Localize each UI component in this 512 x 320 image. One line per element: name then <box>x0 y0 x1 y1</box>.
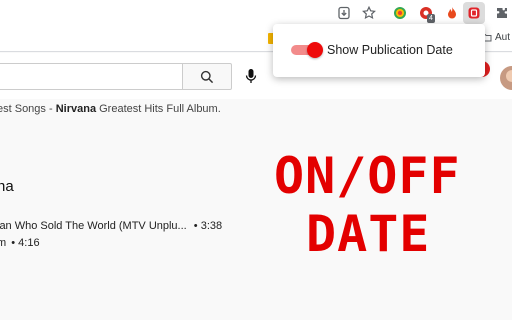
playlist-breadcrumb: est Songs - Nirvana Greatest Hits Full A… <box>0 103 221 115</box>
breadcrumb-suffix: Greatest Hits Full Album. <box>96 103 221 115</box>
microphone-icon <box>245 69 257 83</box>
extension-badge-icon[interactable]: 4 <box>418 5 435 23</box>
video-duration: 4:16 <box>18 237 40 249</box>
publication-date-toggle[interactable] <box>291 42 323 58</box>
breadcrumb-artist[interactable]: Nirvana <box>56 103 96 115</box>
promo-onoff-text: ON/OFF <box>274 147 461 205</box>
video-list-item[interactable]: m • 4:16 <box>0 237 40 249</box>
bookmark-folder-label: Aut <box>495 32 511 43</box>
search-button[interactable] <box>182 63 232 90</box>
toggle-label: Show Publication Date <box>327 43 453 57</box>
extension-date-toggle-icon[interactable] <box>463 2 485 24</box>
video-separator: • <box>11 237 16 249</box>
search-input[interactable] <box>0 63 183 90</box>
video-title[interactable]: m <box>0 237 6 249</box>
extension-fire-icon[interactable] <box>444 5 460 21</box>
bookmark-star-icon[interactable] <box>361 5 377 21</box>
video-title[interactable]: lan Who Sold The World (MTV Unplu... <box>0 220 187 232</box>
search-icon <box>200 70 214 83</box>
playlist-title: na <box>0 178 14 195</box>
browser-toolbar: 4 <box>0 0 512 27</box>
breadcrumb-prefix: est Songs - <box>0 103 56 115</box>
extension-popup: Show Publication Date <box>273 24 485 77</box>
video-separator: • <box>193 220 198 232</box>
extension-colorful-icon[interactable] <box>392 5 408 21</box>
video-duration: 3:38 <box>200 220 223 232</box>
toggle-knob <box>307 42 323 58</box>
promo-date-text: DATE <box>306 205 431 263</box>
extensions-puzzle-icon[interactable] <box>494 5 510 21</box>
extension-badge-count: 4 <box>427 14 435 23</box>
video-list-item[interactable]: lan Who Sold The World (MTV Unplu... • 3… <box>0 220 222 232</box>
install-app-icon[interactable] <box>336 5 352 21</box>
voice-search-button[interactable] <box>241 66 261 86</box>
bookmark-folder[interactable]: Aut <box>481 32 510 43</box>
